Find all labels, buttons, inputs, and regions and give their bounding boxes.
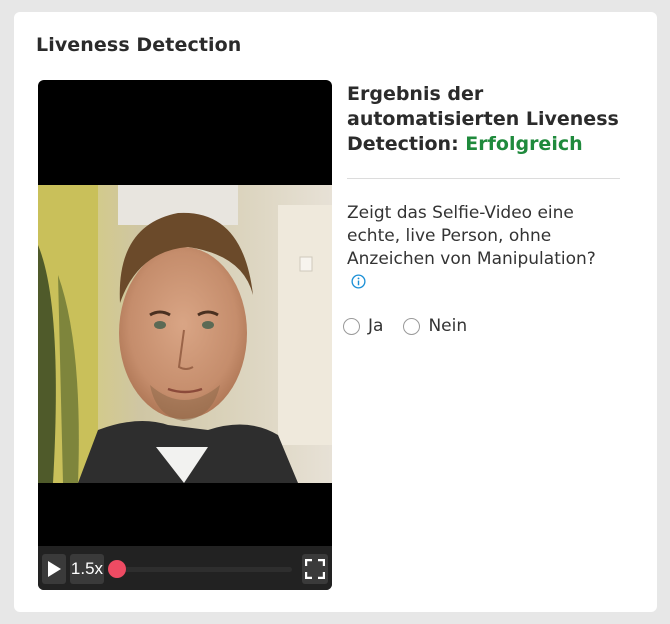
- fullscreen-icon: [305, 559, 325, 579]
- radio-no[interactable]: [403, 317, 421, 335]
- question-text: Zeigt das Selfie-Video eine echte, live …: [347, 203, 596, 269]
- answer-yes-option[interactable]: Ja: [343, 316, 383, 336]
- video-controls: 1.5x: [38, 546, 332, 590]
- play-icon: [48, 561, 61, 577]
- answer-no-label: Nein: [428, 316, 468, 336]
- result-status: Erfolgreich: [465, 133, 583, 155]
- selfie-video-player[interactable]: 1.5x: [38, 80, 332, 590]
- manipulation-question: Zeigt das Selfie-Video eine echte, live …: [347, 202, 617, 294]
- answer-yes-label: Ja: [368, 316, 384, 336]
- playback-speed-button[interactable]: 1.5x: [70, 554, 104, 584]
- card-title: Liveness Detection: [36, 34, 242, 56]
- progress-bar[interactable]: [112, 567, 292, 572]
- liveness-result-title: Ergebnis der automatisierten Liveness De…: [347, 82, 637, 157]
- answer-radio-group: Ja Nein: [343, 316, 467, 336]
- answer-no-option[interactable]: Nein: [403, 316, 467, 336]
- selfie-video-frame: [38, 185, 332, 483]
- radio-yes[interactable]: [343, 317, 360, 335]
- progress-handle[interactable]: [108, 560, 126, 578]
- liveness-detection-card: Liveness Detection 1.5x Ergebnis der aut…: [14, 12, 657, 612]
- fullscreen-button[interactable]: [302, 554, 328, 584]
- info-icon[interactable]: [351, 274, 366, 289]
- divider: [347, 178, 620, 179]
- play-button[interactable]: [42, 554, 66, 584]
